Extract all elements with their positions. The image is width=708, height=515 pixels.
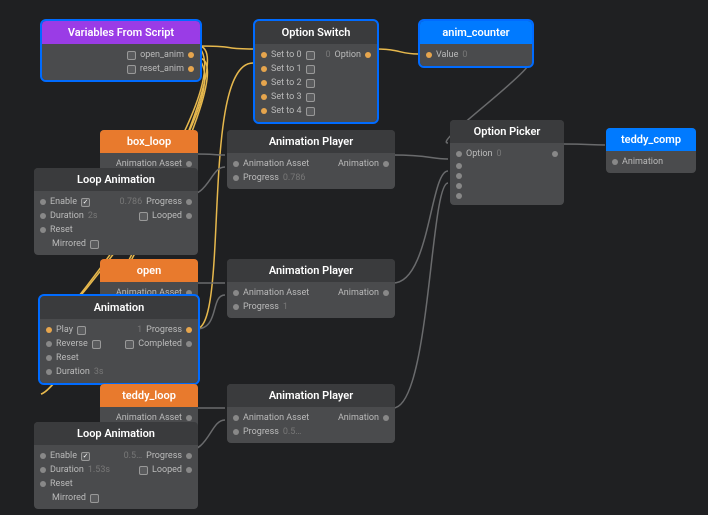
node-teddy-comp[interactable]: teddy_comp Animation [606, 128, 696, 173]
node-animation-player-2[interactable]: Animation Player Animation AssetAnimatio… [227, 259, 395, 318]
node-header: Variables From Script [42, 21, 200, 44]
node-header: anim_counter [420, 21, 532, 44]
port-label: reset_anim [140, 64, 184, 74]
node-option-switch[interactable]: Option Switch Set to 00Option Set to 1 S… [255, 21, 377, 122]
checkbox[interactable] [127, 51, 136, 60]
node-anim-counter[interactable]: anim_counter Value0 [420, 21, 532, 66]
node-animation-player-3[interactable]: Animation Player Animation AssetAnimatio… [227, 384, 395, 443]
port-out[interactable] [188, 66, 194, 72]
port-out[interactable] [365, 52, 371, 58]
node-variables-from-script[interactable]: Variables From Script open_anim reset_an… [42, 21, 200, 80]
port-label: open_anim [140, 50, 184, 60]
node-animation-player-1[interactable]: Animation Player Animation AssetAnimatio… [227, 130, 395, 189]
node-animation[interactable]: Animation Play1Progress ReverseCompleted… [40, 296, 198, 383]
node-option-picker[interactable]: Option Picker Option0 [450, 120, 564, 205]
checkbox[interactable] [127, 65, 136, 74]
port-in[interactable] [261, 52, 267, 58]
node-loop-animation-2[interactable]: Loop Animation Enable0.5…Progress Durati… [34, 422, 198, 509]
port-out[interactable] [188, 52, 194, 58]
node-loop-animation-1[interactable]: Loop Animation Enable0.786Progress Durat… [34, 168, 198, 255]
node-header: Option Switch [255, 21, 377, 44]
